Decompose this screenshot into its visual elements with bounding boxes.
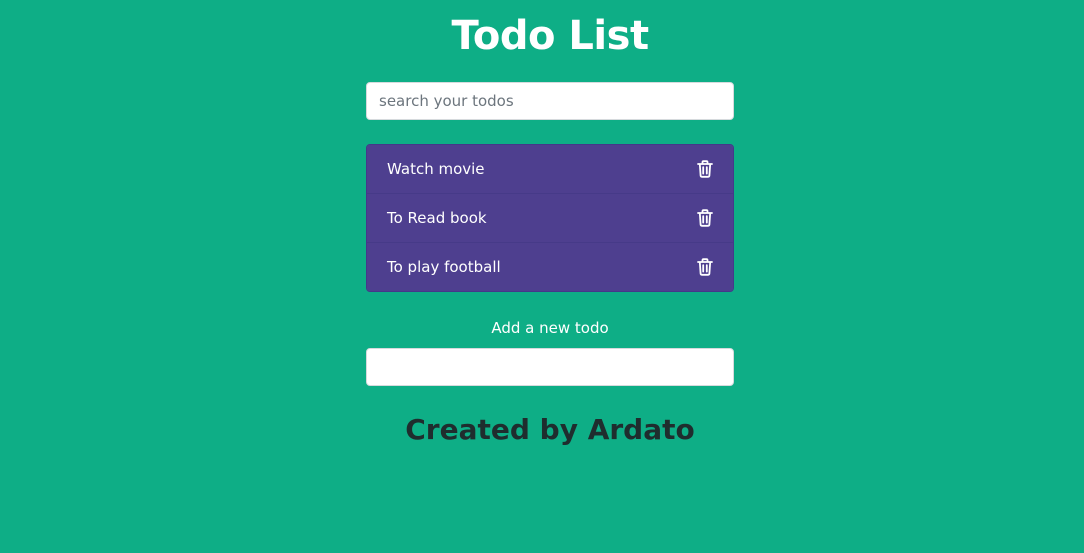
search-input[interactable] <box>366 82 734 120</box>
todo-item-label: Watch movie <box>387 160 485 178</box>
page-title: Todo List <box>451 13 649 59</box>
todo-item-label: To play football <box>387 258 501 276</box>
add-todo-label: Add a new todo <box>491 319 609 337</box>
trash-icon[interactable] <box>696 209 714 227</box>
trash-icon[interactable] <box>696 160 714 178</box>
todo-item-label: To Read book <box>387 209 487 227</box>
trash-icon[interactable] <box>696 258 714 276</box>
todo-item: To play football <box>367 243 733 291</box>
footer-credit: Created by Ardato <box>405 413 695 446</box>
todo-list: Watch movie To Read book To play footbal… <box>366 144 734 292</box>
todo-item: Watch movie <box>367 145 733 194</box>
todo-item: To Read book <box>367 194 733 243</box>
add-todo-input[interactable] <box>366 348 734 386</box>
